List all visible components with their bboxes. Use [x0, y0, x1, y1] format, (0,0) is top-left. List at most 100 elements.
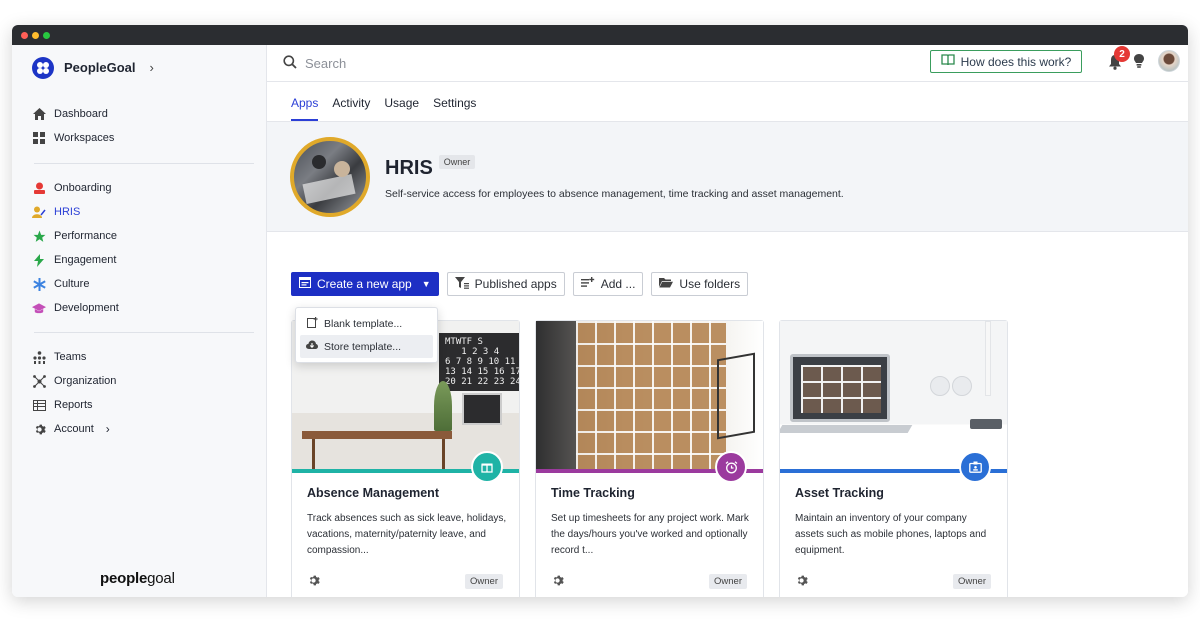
grid-icon	[32, 131, 46, 145]
published-apps-button[interactable]: Published apps	[446, 272, 565, 296]
top-bar: How does this work? 2	[267, 45, 1188, 82]
sidebar-item-workspaces[interactable]: Workspaces	[32, 126, 266, 150]
lightbulb-icon[interactable]	[1134, 54, 1144, 71]
sidebar-item-account[interactable]: Account ›	[32, 417, 266, 441]
sidebar-item-label: Development	[54, 302, 119, 314]
nav-primary: Dashboard Workspaces	[12, 102, 266, 150]
gift-icon	[471, 451, 503, 483]
create-app-dropdown: Blank template... Store template...	[295, 307, 438, 363]
owner-badge: Owner	[438, 155, 476, 169]
app-settings-gear-icon[interactable]	[795, 574, 808, 590]
sidebar-item-organization[interactable]: Organization	[32, 369, 266, 393]
workspace-description: Self-service access for employees to abs…	[385, 188, 844, 200]
cloud-download-icon	[306, 340, 318, 353]
search-icon	[283, 54, 297, 72]
teams-icon	[32, 350, 46, 364]
book-icon	[940, 54, 955, 69]
search-input[interactable]	[305, 55, 705, 71]
footer-logo: peoplegoal	[100, 570, 175, 587]
id-badge-icon	[959, 451, 991, 483]
add-list-icon	[580, 277, 595, 291]
sidebar-item-onboarding[interactable]: Onboarding	[32, 176, 266, 200]
graduation-cap-icon	[32, 301, 46, 315]
app-settings-gear-icon[interactable]	[307, 574, 320, 590]
app-card-description: Maintain an inventory of your company as…	[795, 513, 987, 556]
user-avatar[interactable]	[1158, 50, 1180, 72]
how-does-this-work-button[interactable]: How does this work?	[930, 50, 1082, 73]
sidebar-item-reports[interactable]: Reports	[32, 393, 266, 417]
org-chart-icon	[32, 374, 46, 388]
brand-name: PeopleGoal	[64, 60, 136, 75]
app-card-title: Asset Tracking	[795, 486, 884, 500]
sidebar-item-label: Performance	[54, 230, 117, 242]
workspace-header: HRIS Owner Self-service access for employ…	[267, 122, 1188, 232]
owner-badge: Owner	[709, 574, 747, 589]
owner-badge: Owner	[465, 574, 503, 589]
wall-calendar-image: MTWTF S 1 2 3 4 6 7 8 9 10 11 13 14 15 1…	[439, 333, 519, 391]
app-tabs: Apps Activity Usage Settings	[267, 82, 1188, 122]
workspace-photo	[290, 137, 370, 217]
app-card-time-tracking[interactable]: Time Tracking Set up timesheets for any …	[535, 320, 764, 597]
filter-icon	[454, 276, 469, 292]
sidebar-item-performance[interactable]: Performance	[32, 224, 266, 248]
folder-open-icon	[659, 277, 674, 291]
alarm-clock-icon	[715, 451, 747, 483]
tab-settings[interactable]: Settings	[433, 96, 476, 121]
use-folders-button[interactable]: Use folders	[651, 272, 749, 296]
sidebar-item-development[interactable]: Development	[32, 296, 266, 320]
blank-template-label: Blank template...	[324, 317, 403, 330]
sidebar-item-engagement[interactable]: Engagement	[32, 248, 266, 272]
create-new-app-button[interactable]: Create a new app ▼	[291, 272, 439, 296]
home-icon	[32, 107, 46, 121]
tab-activity[interactable]: Activity	[332, 96, 370, 121]
sidebar-item-hris[interactable]: HRIS	[32, 200, 266, 224]
blank-template-icon	[306, 316, 318, 331]
star-icon	[32, 229, 46, 243]
sidebar-item-label: Account	[54, 423, 94, 435]
chevron-right-icon: ›	[105, 422, 110, 436]
use-folders-label: Use folders	[679, 277, 741, 291]
sidebar-item-culture[interactable]: Culture	[32, 272, 266, 296]
sidebar-item-label: Organization	[54, 375, 117, 387]
sidebar-item-label: Onboarding	[54, 182, 112, 194]
published-apps-label: Published apps	[474, 277, 557, 291]
close-window-dot[interactable]	[21, 32, 28, 39]
nav-modules: Onboarding HRIS Performance Engagement C…	[12, 176, 266, 320]
app-card-asset-tracking[interactable]: Asset Tracking Maintain an inventory of …	[779, 320, 1008, 597]
onboarding-icon	[32, 181, 46, 195]
sidebar-item-dashboard[interactable]: Dashboard	[32, 102, 266, 126]
table-icon	[32, 398, 46, 412]
asterisk-icon	[32, 277, 46, 291]
blank-template-option[interactable]: Blank template...	[300, 312, 433, 335]
app-card-description: Set up timesheets for any project work. …	[551, 513, 749, 556]
tab-apps[interactable]: Apps	[291, 96, 319, 121]
sidebar-item-label: Teams	[54, 351, 87, 363]
workspace-switcher[interactable]: PeopleGoal ›	[12, 45, 266, 90]
main-content: How does this work? 2 Apps Activity Usag…	[267, 45, 1188, 597]
bolt-icon	[32, 253, 46, 267]
minimize-window-dot[interactable]	[32, 32, 39, 39]
app-settings-gear-icon[interactable]	[551, 574, 564, 590]
add-button[interactable]: Add ...	[572, 272, 644, 296]
notification-count-badge: 2	[1114, 46, 1130, 62]
sidebar-item-label: Reports	[54, 399, 93, 411]
maximize-window-dot[interactable]	[43, 32, 50, 39]
sidebar-divider	[34, 332, 254, 333]
hris-icon	[32, 205, 46, 219]
sidebar: PeopleGoal › Dashboard Workspaces Onboar…	[12, 45, 267, 597]
help-button-label: How does this work?	[960, 54, 1072, 69]
browser-window: PeopleGoal › Dashboard Workspaces Onboar…	[12, 25, 1188, 597]
gear-icon	[32, 422, 46, 436]
chevron-right-icon: ›	[149, 60, 154, 75]
store-template-label: Store template...	[324, 340, 402, 353]
tab-usage[interactable]: Usage	[384, 96, 419, 121]
sidebar-item-label: Engagement	[54, 254, 117, 266]
page-title: HRIS Owner	[385, 155, 476, 180]
window-titlebar	[12, 25, 1188, 45]
owner-badge: Owner	[953, 574, 991, 589]
app-card-image	[780, 321, 1007, 469]
sidebar-item-label: HRIS	[54, 206, 81, 218]
sidebar-item-teams[interactable]: Teams	[32, 345, 266, 369]
store-template-option[interactable]: Store template...	[300, 335, 433, 358]
app-card-title: Absence Management	[307, 486, 439, 500]
